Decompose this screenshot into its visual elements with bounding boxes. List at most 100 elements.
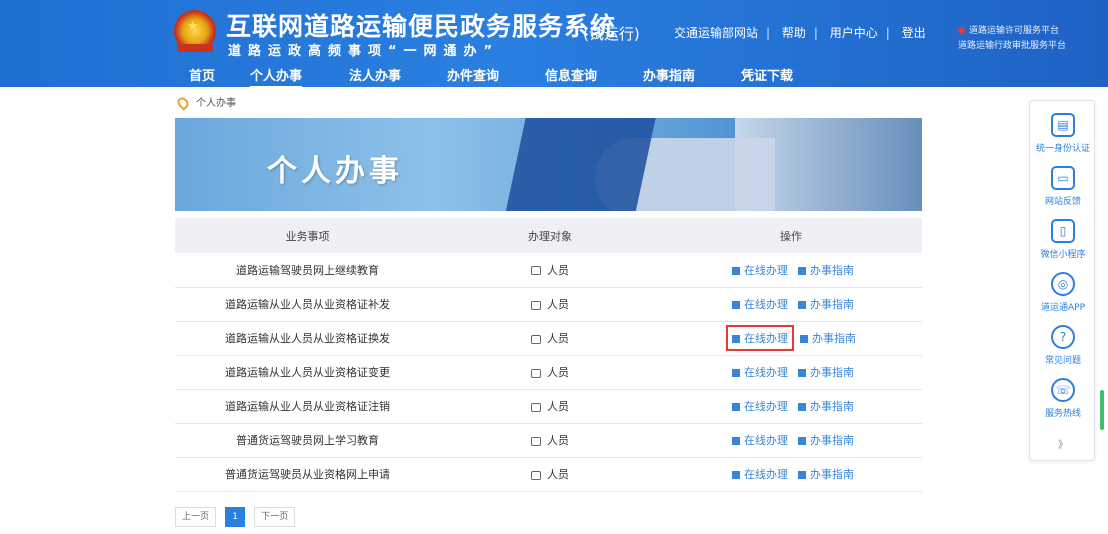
target-label: 人员: [547, 298, 569, 311]
link-logout[interactable]: 登出: [902, 24, 926, 41]
national-emblem-icon: ★: [174, 10, 216, 52]
system-title: 互联网道路运输便民政务服务系统: [226, 12, 617, 41]
target-label: 人员: [547, 366, 569, 379]
person-card-icon: [531, 470, 541, 480]
guide-button[interactable]: 办事指南: [798, 432, 854, 448]
guide-label: 办事指南: [810, 298, 854, 311]
target-label: 人员: [547, 434, 569, 447]
service-target: 人员: [440, 355, 660, 390]
nav-personal[interactable]: 个人办事: [250, 65, 303, 88]
sidebar-item-miniprogram[interactable]: ▯ 微信小程序: [1030, 219, 1096, 260]
service-item-name: 普通货运驾驶员从业资格网上申请: [175, 457, 440, 492]
next-page-button[interactable]: 下一页: [254, 507, 296, 527]
red-dot-icon: [958, 27, 965, 34]
nav-info-query[interactable]: 信息查询: [545, 65, 597, 84]
online-apply-label: 在线办理: [744, 366, 788, 379]
guide-icon: [798, 437, 806, 445]
table-row: 道路运输从业人员从业资格证注销 人员 在线办理 办事指南: [175, 389, 922, 424]
sidebar-item-label: 网站反馈: [1044, 197, 1081, 207]
online-apply-label: 在线办理: [744, 400, 788, 413]
current-page-button[interactable]: 1: [225, 507, 246, 527]
sidebar-item-feedback[interactable]: ▭ 网站反馈: [1030, 166, 1096, 207]
service-target: 人员: [440, 457, 660, 492]
sidebar-item-label: 常见问题: [1044, 356, 1081, 366]
apply-icon: [732, 335, 740, 343]
guide-icon: [798, 471, 806, 479]
nav-guide[interactable]: 办事指南: [643, 65, 695, 84]
link-approval-platform[interactable]: 道路运输行政审批服务平台: [958, 41, 1066, 51]
sidebar-item-identity[interactable]: ▤ 统一身份认证: [1030, 113, 1096, 154]
guide-button[interactable]: 办事指南: [798, 466, 854, 482]
service-actions: 在线办理 办事指南: [660, 355, 922, 390]
apply-icon: [732, 437, 740, 445]
table-row: 道路运输从业人员从业资格证补发 人员 在线办理 办事指南: [175, 287, 922, 322]
table-row: 道路运输从业人员从业资格证变更 人员 在线办理 办事指南: [175, 355, 922, 390]
online-apply-label: 在线办理: [744, 332, 788, 345]
person-card-icon: [531, 402, 541, 412]
service-target: 人员: [440, 423, 660, 458]
service-item-name: 普通货运驾驶员网上学习教育: [175, 423, 440, 458]
sidebar-item-hotline[interactable]: ☏ 服务热线: [1030, 378, 1096, 419]
guide-icon: [798, 369, 806, 377]
question-icon: ?: [1051, 325, 1075, 349]
sidebar-item-label: 统一身份认证: [1035, 144, 1090, 154]
sidebar-collapse-button[interactable]: 》: [1030, 436, 1096, 451]
nav-corporate[interactable]: 法人办事: [349, 65, 401, 84]
online-apply-button[interactable]: 在线办理: [726, 325, 794, 351]
service-item-name: 道路运输从业人员从业资格证补发: [175, 287, 440, 322]
prev-page-button[interactable]: 上一页: [175, 507, 217, 527]
guide-label: 办事指南: [810, 400, 854, 413]
person-card-icon: [531, 300, 541, 310]
online-apply-button[interactable]: 在线办理: [728, 463, 792, 485]
apply-icon: [732, 471, 740, 479]
apply-icon: [732, 301, 740, 309]
link-user-center[interactable]: 用户中心: [830, 24, 878, 41]
online-apply-button[interactable]: 在线办理: [728, 395, 792, 417]
online-apply-label: 在线办理: [744, 434, 788, 447]
phone-icon: ▯: [1051, 219, 1075, 243]
guide-button[interactable]: 办事指南: [798, 364, 854, 380]
service-actions: 在线办理 办事指南: [660, 287, 922, 322]
header-bar: ★ 互联网道路运输便民政务服务系统 道路运政高频事项“一网通办” (试运行) 交…: [0, 0, 1108, 88]
service-target: 人员: [440, 253, 660, 288]
chat-icon: ▭: [1051, 166, 1075, 190]
link-license-platform[interactable]: 道路运输许可服务平台: [969, 26, 1059, 36]
service-actions: 在线办理 办事指南: [660, 457, 922, 492]
link-mot-website[interactable]: 交通运输部网站: [674, 24, 758, 41]
online-apply-button[interactable]: 在线办理: [728, 293, 792, 315]
telephone-icon: ☏: [1051, 378, 1075, 402]
sidebar-item-app[interactable]: ◎ 道运通APP: [1030, 272, 1096, 313]
person-card-icon: [531, 334, 541, 344]
online-apply-button[interactable]: 在线办理: [728, 259, 792, 281]
guide-button[interactable]: 办事指南: [800, 330, 856, 346]
online-apply-label: 在线办理: [744, 468, 788, 481]
guide-button[interactable]: 办事指南: [798, 398, 854, 414]
table-header-row: 业务事项 办理对象 操作: [175, 218, 922, 253]
breadcrumb: 个人办事: [175, 94, 236, 111]
nav-home[interactable]: 首页: [189, 65, 215, 84]
column-header-item: 业务事项: [175, 218, 440, 253]
nav-certificate-download[interactable]: 凭证下载: [741, 65, 793, 84]
location-pin-icon: [175, 95, 191, 111]
service-actions: 在线办理 办事指南: [660, 389, 922, 424]
online-apply-button[interactable]: 在线办理: [728, 361, 792, 383]
link-help[interactable]: 帮助: [782, 24, 806, 41]
sidebar-item-faq[interactable]: ? 常见问题: [1030, 325, 1096, 366]
guide-button[interactable]: 办事指南: [798, 296, 854, 312]
service-target: 人员: [440, 321, 660, 356]
service-target: 人员: [440, 389, 660, 424]
service-actions: 在线办理 办事指南: [660, 321, 922, 356]
trial-label: (试运行): [583, 25, 640, 43]
service-item-name: 道路运输从业人员从业资格证变更: [175, 355, 440, 390]
wechat-icon: ◎: [1051, 272, 1075, 296]
guide-icon: [798, 266, 806, 275]
target-label: 人员: [547, 263, 569, 277]
table-row: 道路运输从业人员从业资格证换发 人员 在线办理 办事指南: [175, 321, 922, 356]
target-label: 人员: [547, 332, 569, 345]
service-actions: 在线办理 办事指南: [660, 423, 922, 458]
sidebar-item-label: 微信小程序: [1040, 250, 1086, 260]
online-apply-button[interactable]: 在线办理: [728, 429, 792, 451]
guide-label: 办事指南: [810, 434, 854, 447]
guide-button[interactable]: 办事指南: [798, 262, 854, 278]
nav-case-query[interactable]: 办件查询: [447, 65, 499, 84]
